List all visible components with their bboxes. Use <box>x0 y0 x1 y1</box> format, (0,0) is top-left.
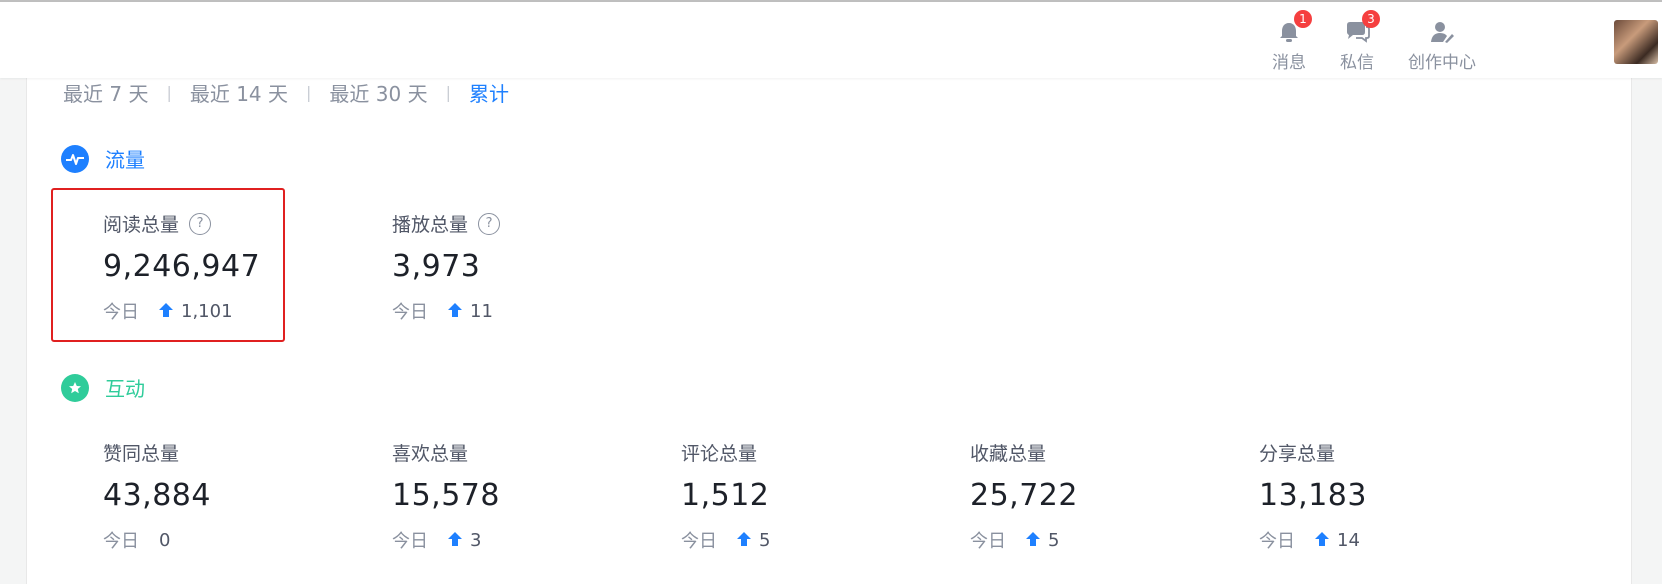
metric-value: 13,183 <box>1259 478 1367 513</box>
user-avatar[interactable] <box>1614 20 1658 64</box>
up-arrow-icon <box>737 530 751 551</box>
today-label: 今日 <box>392 302 428 323</box>
divider: | <box>306 83 312 102</box>
today-delta: 3 <box>470 529 482 551</box>
metric-label: 收藏总量 <box>970 443 1047 465</box>
message-badge: 3 <box>1362 10 1380 28</box>
chat-icon: 3 <box>1344 10 1380 44</box>
today-label: 今日 <box>681 531 717 552</box>
metric-plays: 播放总量? 3,973 今日 11 <box>392 210 632 324</box>
today-label: 今日 <box>392 531 428 552</box>
interaction-title: 互动 <box>105 377 145 401</box>
metric-label: 阅读总量 <box>103 214 180 236</box>
metric-shares: 分享总量 13,183 今日 14 <box>1259 439 1499 553</box>
range-14-days[interactable]: 最近 14 天 <box>190 78 288 107</box>
metric-approvals: 赞同总量 43,884 今日 0 <box>103 439 343 553</box>
metric-value: 15,578 <box>392 478 500 513</box>
today-label: 今日 <box>103 302 139 323</box>
traffic-section-title: 流量 <box>61 144 145 173</box>
today-label: 今日 <box>1259 531 1295 552</box>
up-arrow-icon <box>448 301 462 322</box>
stats-card: 最近 7 天 | 最近 14 天 | 最近 30 天 | 累计 流量 阅读总量? 9,246… <box>26 78 1632 584</box>
today-delta: 14 <box>1337 529 1360 551</box>
range-30-days[interactable]: 最近 30 天 <box>329 78 427 107</box>
metric-reads: 阅读总量? 9,246,947 今日 1,101 <box>103 210 343 324</box>
metric-value: 25,722 <box>970 478 1078 513</box>
star-chat-icon <box>61 373 89 402</box>
metric-favorites: 收藏总量 25,722 今日 5 <box>970 439 1210 553</box>
up-arrow-icon <box>448 530 462 551</box>
pulse-icon <box>61 144 89 173</box>
bell-icon: 1 <box>1276 10 1312 44</box>
notifications-button[interactable]: 1 消息 <box>1272 10 1312 73</box>
up-arrow-icon <box>1026 530 1040 551</box>
metric-value: 3,973 <box>392 249 481 284</box>
metric-likes: 喜欢总量 15,578 今日 3 <box>392 439 632 553</box>
creator-icon <box>1429 20 1455 44</box>
divider: | <box>445 83 451 102</box>
up-arrow-icon <box>159 301 173 322</box>
help-icon[interactable]: ? <box>478 212 501 235</box>
traffic-title: 流量 <box>105 148 145 172</box>
metric-value: 43,884 <box>103 478 211 513</box>
metric-label: 评论总量 <box>681 443 758 465</box>
today-delta: 11 <box>470 300 493 322</box>
today-label: 今日 <box>103 531 139 552</box>
metric-value: 9,246,947 <box>103 249 261 284</box>
today-delta: 0 <box>159 529 171 551</box>
up-arrow-icon <box>1315 530 1329 551</box>
metric-label: 喜欢总量 <box>392 443 469 465</box>
metric-comments: 评论总量 1,512 今日 5 <box>681 439 921 553</box>
metric-label: 分享总量 <box>1259 443 1336 465</box>
metric-value: 1,512 <box>681 478 770 513</box>
interaction-section-title: 互动 <box>61 373 145 402</box>
notifications-label: 消息 <box>1272 53 1306 73</box>
messages-label: 私信 <box>1340 53 1374 73</box>
messages-button[interactable]: 3 私信 <box>1340 10 1380 73</box>
notification-badge: 1 <box>1294 10 1312 28</box>
help-icon[interactable]: ? <box>189 212 212 235</box>
top-header: 1 消息 3 私信 创作中心 <box>0 2 1662 78</box>
creator-center-button[interactable]: 创作中心 <box>1408 20 1476 73</box>
range-total[interactable]: 累计 <box>469 78 509 107</box>
metric-label: 播放总量 <box>392 214 469 236</box>
today-delta: 5 <box>1048 529 1060 551</box>
metric-label: 赞同总量 <box>103 443 180 465</box>
divider: | <box>166 83 172 102</box>
range-7-days[interactable]: 最近 7 天 <box>63 78 148 107</box>
today-label: 今日 <box>970 531 1006 552</box>
creator-label: 创作中心 <box>1408 53 1476 73</box>
today-delta: 5 <box>759 529 771 551</box>
time-range-tabs: 最近 7 天 | 最近 14 天 | 最近 30 天 | 累计 <box>63 78 509 107</box>
today-delta: 1,101 <box>181 300 233 322</box>
